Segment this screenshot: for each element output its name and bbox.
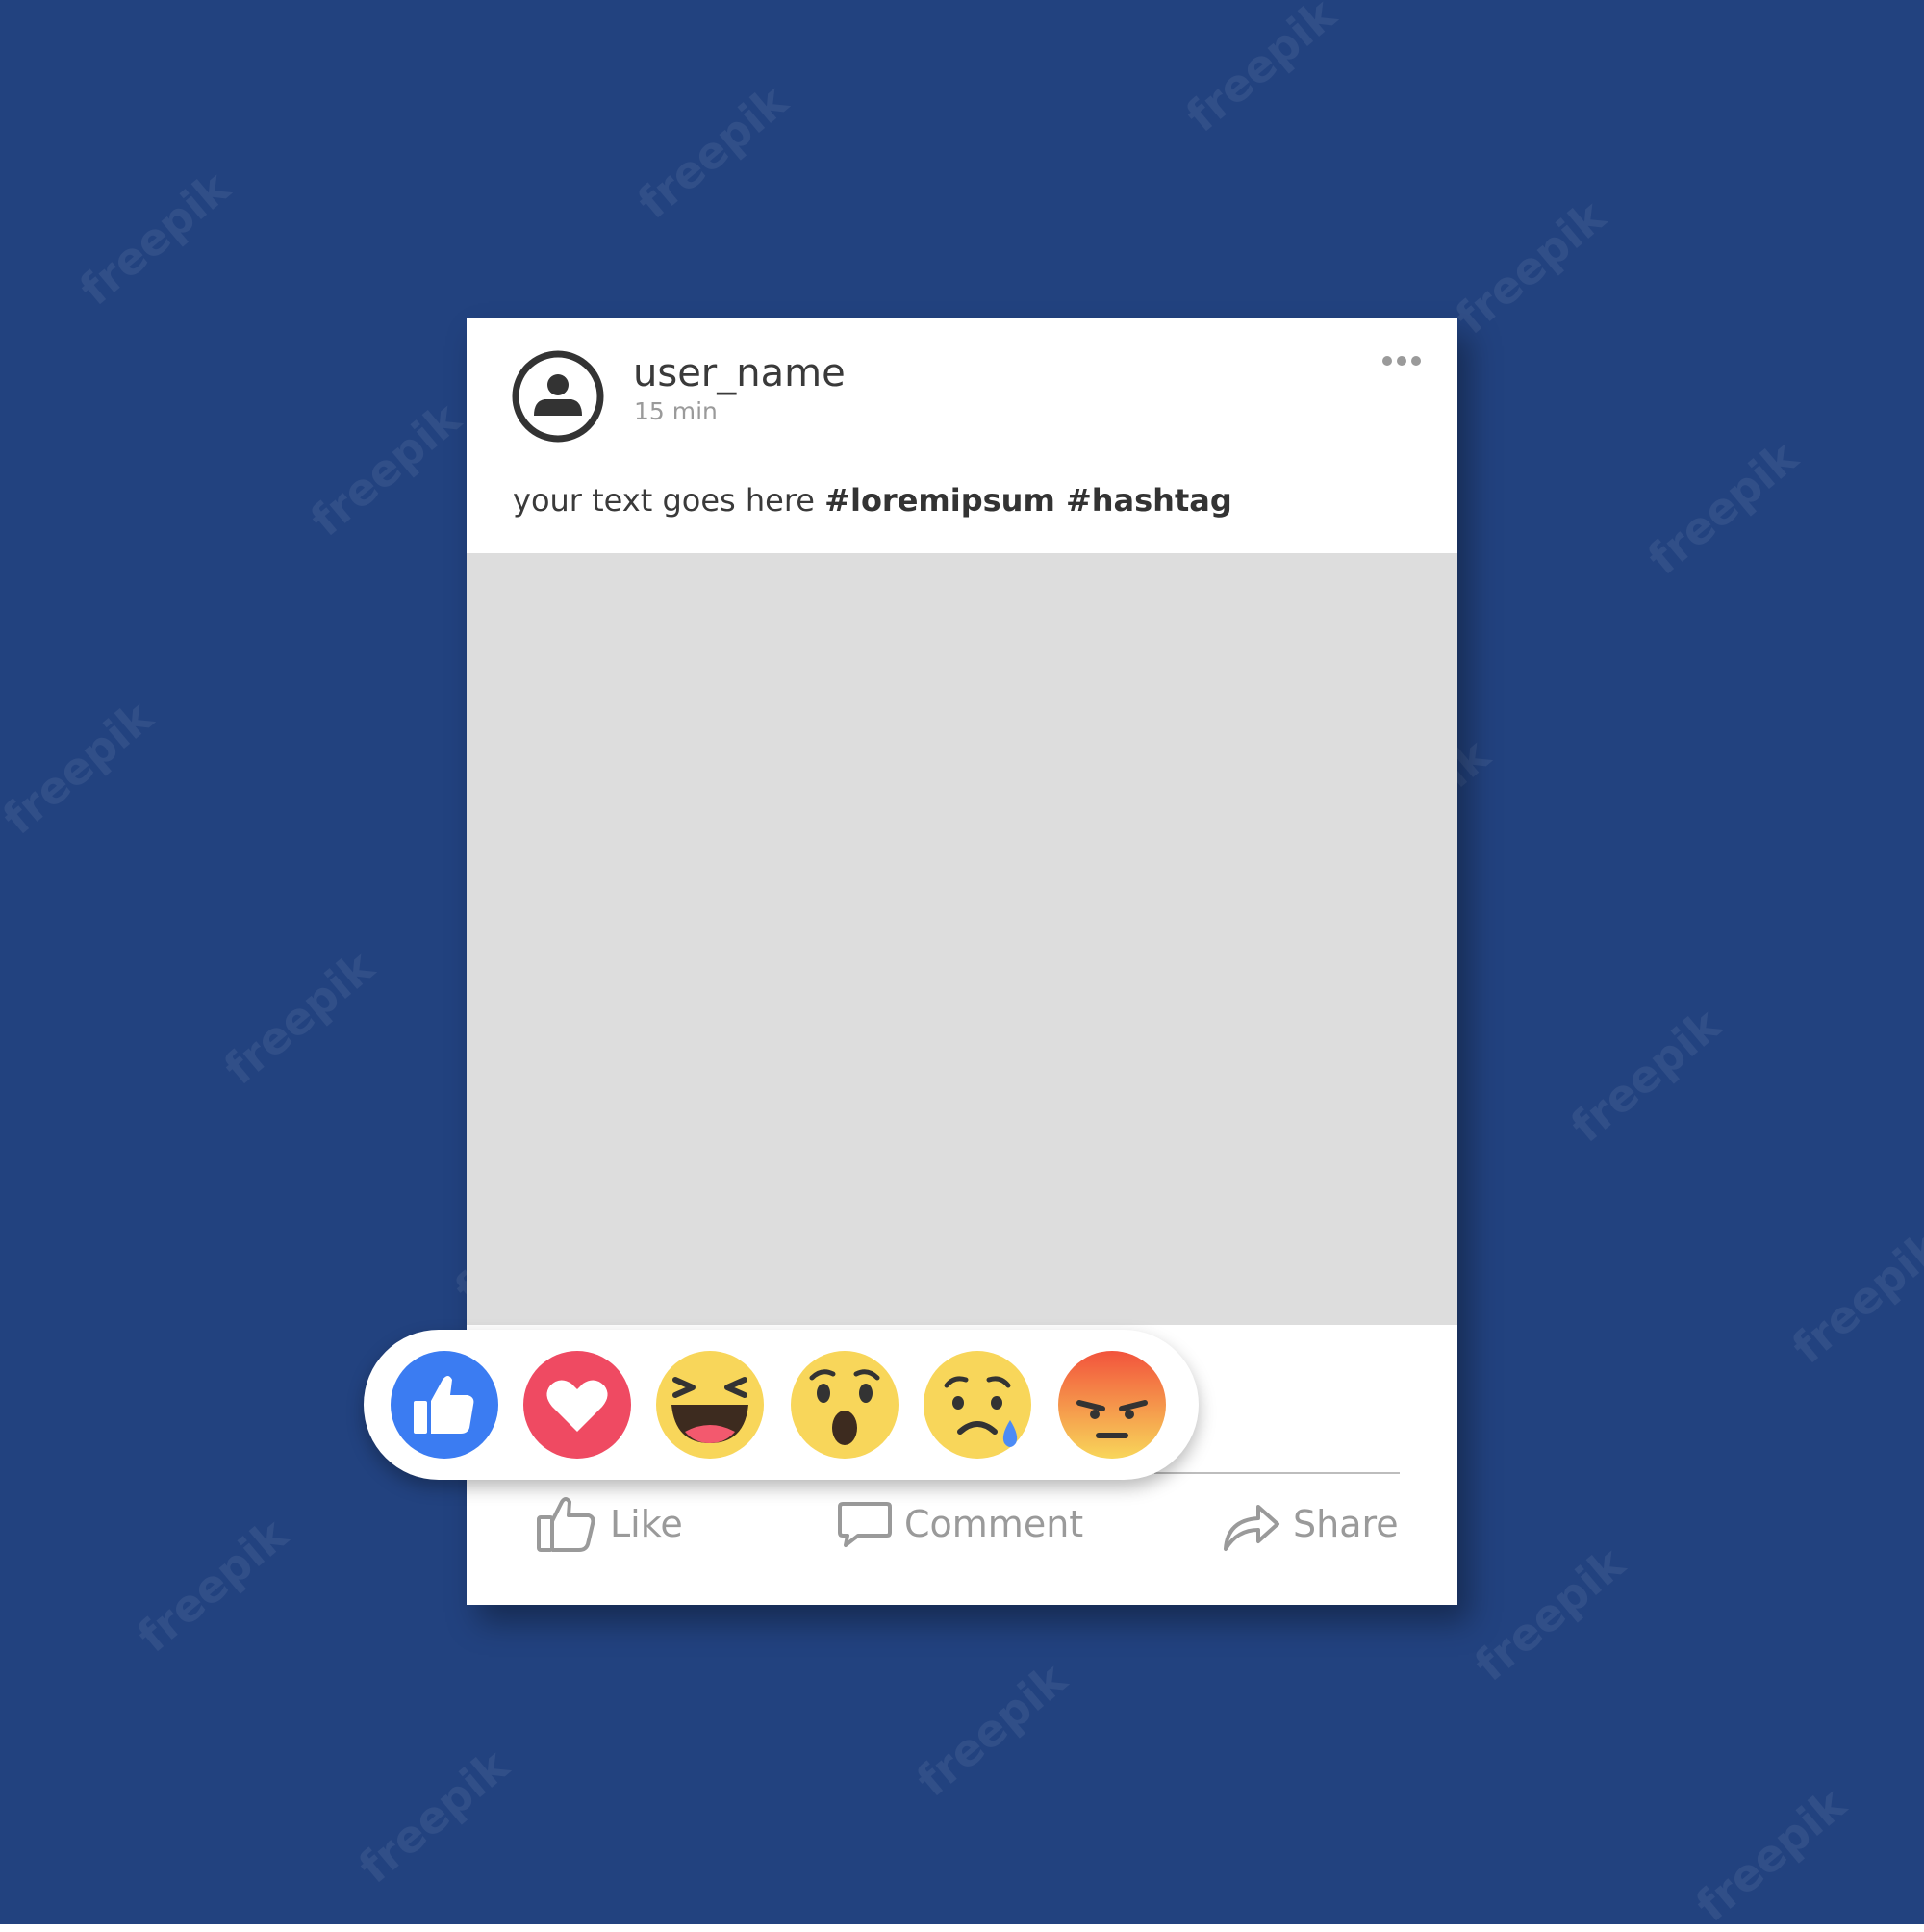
- post-media-placeholder[interactable]: [467, 553, 1457, 1325]
- post-text-plain: your text goes here: [513, 482, 825, 519]
- comment-icon: [838, 1502, 892, 1547]
- post-hashtags[interactable]: #loremipsum #hashtag: [824, 482, 1232, 519]
- watermark: freepik: [1637, 430, 1808, 585]
- watermark: freepik: [906, 1652, 1076, 1807]
- surprised-face-icon[interactable]: [791, 1351, 899, 1459]
- watermark: freepik: [348, 1739, 519, 1894]
- user-avatar-icon[interactable]: [510, 348, 606, 448]
- share-icon: [1224, 1505, 1279, 1551]
- watermark: freepik: [214, 940, 384, 1095]
- comment-button[interactable]: Comment: [837, 1492, 1083, 1556]
- post-text: your text goes here #loremipsum #hashtag: [513, 482, 1232, 519]
- action-divider: [1154, 1472, 1400, 1474]
- watermark: freepik: [69, 161, 240, 316]
- crying-face-icon[interactable]: [924, 1351, 1031, 1459]
- angry-face-icon[interactable]: [1058, 1351, 1166, 1459]
- share-label: Share: [1293, 1503, 1399, 1545]
- watermark: freepik: [1782, 1219, 1924, 1374]
- watermark: freepik: [1464, 1537, 1634, 1691]
- watermark: freepik: [1176, 0, 1346, 142]
- username[interactable]: user_name: [633, 351, 846, 395]
- laughing-face-icon[interactable]: [656, 1351, 764, 1459]
- post-timestamp: 15 min: [634, 397, 718, 425]
- watermark: freepik: [0, 690, 163, 845]
- watermark: freepik: [127, 1508, 297, 1663]
- watermark: freepik: [300, 392, 470, 547]
- watermark: freepik: [627, 74, 797, 229]
- watermark: freepik: [1560, 998, 1731, 1153]
- like-button[interactable]: Like: [535, 1492, 683, 1556]
- thumbs-up-icon: [537, 1497, 595, 1552]
- thumbs-up-icon[interactable]: [391, 1351, 498, 1459]
- watermark: freepik: [1445, 190, 1615, 344]
- watermark: freepik: [1685, 1777, 1856, 1932]
- like-label: Like: [610, 1503, 683, 1545]
- reactions-bar: [364, 1330, 1199, 1480]
- heart-icon[interactable]: [523, 1351, 631, 1459]
- share-button[interactable]: Share: [1222, 1492, 1399, 1556]
- comment-label: Comment: [904, 1503, 1084, 1545]
- ellipsis-icon[interactable]: [1380, 353, 1423, 371]
